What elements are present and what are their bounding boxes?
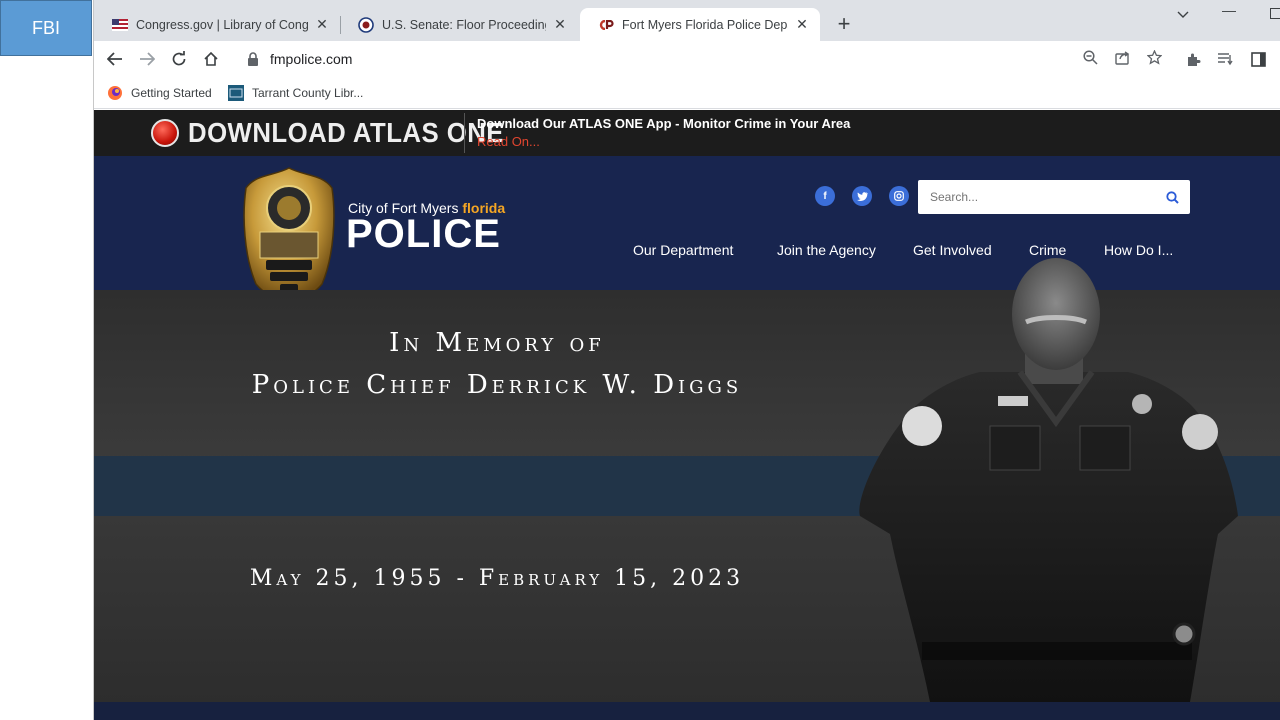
back-arrow-icon[interactable] bbox=[103, 47, 127, 71]
library-icon bbox=[228, 85, 244, 101]
close-icon[interactable]: ✕ bbox=[552, 16, 568, 33]
tab-fmpolice[interactable]: Fort Myers Florida Police Departm ✕ bbox=[580, 8, 820, 41]
extensions-icon[interactable] bbox=[1184, 50, 1202, 68]
bookmark-label: Tarrant County Libr... bbox=[252, 86, 364, 100]
hero-dates: May 25, 1955 - February 15, 2023 bbox=[249, 566, 745, 591]
minimize-icon[interactable]: — bbox=[1214, 2, 1244, 18]
bookmark-getting-started[interactable]: Getting Started bbox=[107, 83, 212, 103]
divider bbox=[464, 113, 465, 153]
atlas-banner-message: Download Our ATLAS ONE App - Monitor Cri… bbox=[477, 116, 851, 131]
bookmark-label: Getting Started bbox=[131, 86, 212, 100]
zoom-out-icon[interactable] bbox=[1081, 48, 1099, 66]
instagram-icon[interactable] bbox=[889, 186, 909, 206]
memorial-hero-banner: In Memory of Police Chief Derrick W. Dig… bbox=[94, 258, 1280, 720]
close-icon[interactable]: ✕ bbox=[314, 16, 330, 33]
read-on-link[interactable]: Read On... bbox=[477, 134, 540, 149]
reload-icon[interactable] bbox=[167, 47, 191, 71]
police-badge-logo[interactable] bbox=[242, 166, 336, 302]
tab-congress[interactable]: Congress.gov | Library of Congre ✕ bbox=[94, 8, 340, 41]
tab-title: Fort Myers Florida Police Departm bbox=[622, 17, 788, 32]
tab-strip: Congress.gov | Library of Congre ✕ U.S. … bbox=[94, 0, 1280, 41]
hero-chief-name: Police Chief Derrick W. Diggs bbox=[251, 370, 743, 400]
brand-title[interactable]: POLICE bbox=[346, 212, 501, 257]
search-input[interactable] bbox=[918, 190, 1154, 204]
search-icon bbox=[1165, 190, 1179, 204]
side-panel-icon[interactable] bbox=[1249, 50, 1267, 68]
nav-our-department[interactable]: Our Department bbox=[633, 242, 733, 258]
us-flag-icon bbox=[112, 17, 128, 33]
fbi-desktop-tile[interactable]: FBI bbox=[0, 0, 92, 56]
desktop-side-panel: FBI bbox=[0, 0, 94, 720]
search-button[interactable] bbox=[1154, 180, 1190, 214]
atlas-banner-title: DOWNLOAD ATLAS ONE bbox=[188, 117, 504, 148]
chevron-down-icon[interactable] bbox=[1168, 6, 1198, 22]
bookmarks-bar: Getting Started Tarrant County Libr... bbox=[94, 77, 1280, 109]
cp-logo-icon bbox=[598, 17, 614, 33]
record-dot-icon bbox=[151, 119, 179, 147]
lock-icon bbox=[248, 52, 258, 66]
hero-memory-heading: In Memory of bbox=[389, 328, 605, 358]
twitter-icon[interactable] bbox=[852, 186, 872, 206]
police-chief-photo bbox=[859, 258, 1238, 702]
address-bar[interactable]: fmpolice.com bbox=[234, 44, 1170, 74]
facebook-icon[interactable]: f bbox=[815, 186, 835, 206]
hero-bottom-bar bbox=[94, 702, 1280, 720]
atlas-one-banner[interactable]: DOWNLOAD ATLAS ONE Download Our ATLAS ON… bbox=[94, 110, 1280, 156]
browser-window: Congress.gov | Library of Congre ✕ U.S. … bbox=[94, 0, 1280, 720]
site-search bbox=[918, 180, 1190, 214]
senate-seal-icon bbox=[358, 16, 374, 33]
tab-title: Congress.gov | Library of Congre bbox=[136, 17, 308, 32]
maximize-icon[interactable] bbox=[1260, 6, 1280, 22]
home-icon[interactable] bbox=[199, 47, 223, 71]
tab-senate[interactable]: U.S. Senate: Floor Proceedings ✕ bbox=[340, 8, 578, 41]
bookmark-tarrant-county[interactable]: Tarrant County Libr... bbox=[228, 83, 363, 103]
url-text: fmpolice.com bbox=[270, 51, 353, 67]
firefox-icon bbox=[108, 86, 122, 100]
close-icon[interactable]: ✕ bbox=[794, 16, 810, 33]
tab-title: U.S. Senate: Floor Proceedings bbox=[382, 17, 546, 32]
web-page: DOWNLOAD ATLAS ONE Download Our ATLAS ON… bbox=[94, 110, 1280, 720]
share-icon[interactable] bbox=[1113, 48, 1131, 66]
star-icon[interactable] bbox=[1145, 48, 1163, 66]
browser-toolbar: fmpolice.com bbox=[94, 41, 1280, 77]
reading-list-icon[interactable] bbox=[1216, 50, 1234, 68]
forward-arrow-icon[interactable] bbox=[135, 47, 159, 71]
new-tab-button[interactable]: + bbox=[832, 11, 856, 36]
